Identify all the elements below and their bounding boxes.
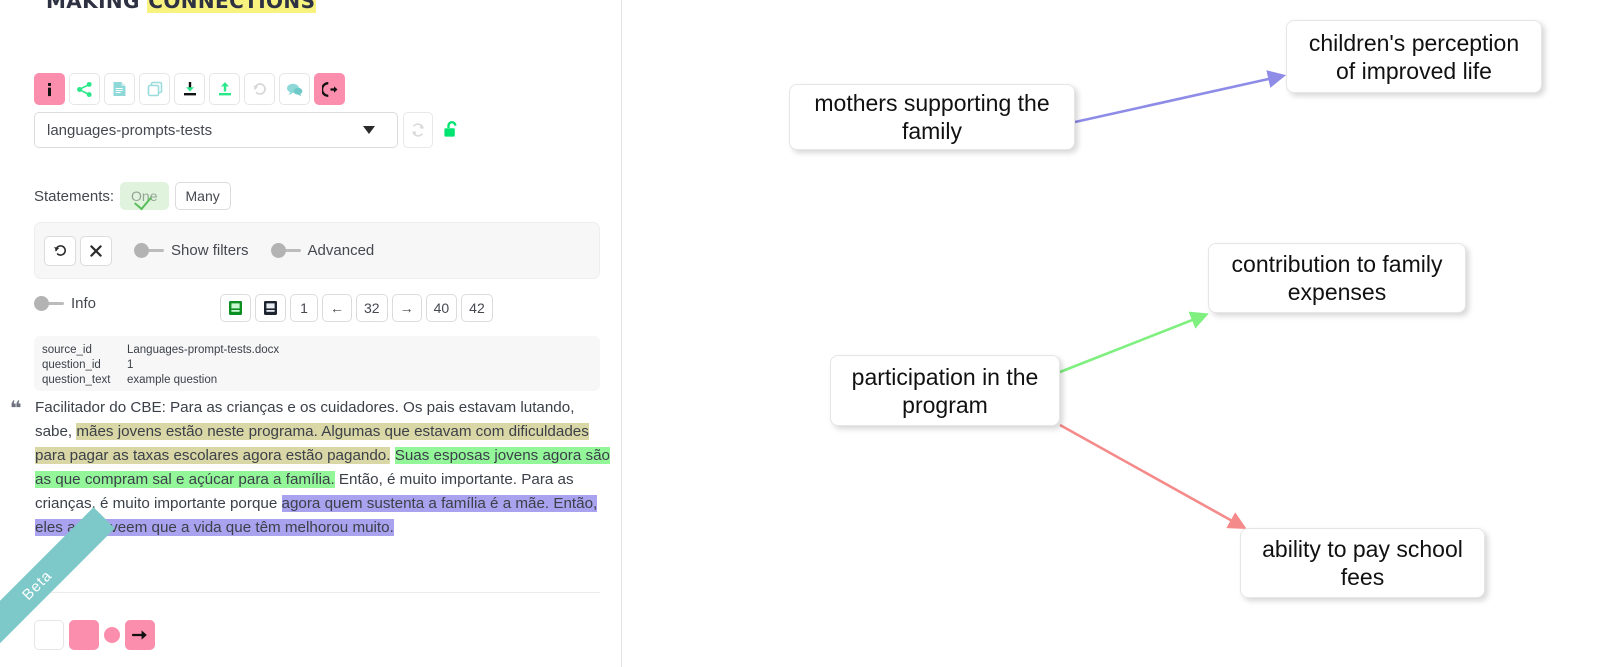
quote-mark-icon: ❝ (10, 396, 22, 420)
bottom-pink-button[interactable] (69, 620, 99, 650)
left-panel: MAKING CONNECTIONS languages-prompts-tes… (0, 0, 622, 667)
diagram-node-participation[interactable]: participation in the program (830, 355, 1060, 426)
page-last-button[interactable]: 42 (461, 294, 493, 322)
show-filters-toggle[interactable]: Show filters (134, 242, 249, 259)
edge-participation-to-contribution (1059, 311, 1209, 374)
diagram-node-label: contribution to family expenses (1231, 251, 1443, 305)
diagram-panel: mothers supporting the family children's… (623, 0, 1623, 667)
page-current-button[interactable]: 32 (356, 294, 388, 322)
comments-button[interactable] (279, 73, 310, 105)
info-toggle-label: Info (71, 295, 97, 312)
metadata-panel: source_id Languages-prompt-tests.docx qu… (34, 336, 600, 391)
unlock-button[interactable] (440, 117, 462, 143)
metadata-key: question_id (42, 359, 101, 371)
info-button[interactable] (34, 73, 65, 105)
arrow-right-icon (132, 630, 147, 640)
title-text: MAKING (46, 0, 148, 13)
edge-mothers-to-perception (1074, 70, 1287, 124)
refresh-icon (412, 123, 424, 137)
application-window: MAKING CONNECTIONS languages-prompts-tes… (0, 0, 1623, 667)
page-jump-button[interactable]: 40 (425, 294, 458, 322)
edge-participation-to-fees (1059, 423, 1247, 530)
unlock-icon (443, 121, 456, 137)
statements-option-one-label: One (131, 188, 158, 204)
dark-book-button[interactable] (255, 294, 286, 322)
statements-option-many[interactable]: Many (174, 182, 231, 210)
metadata-row: question_text example question (42, 373, 592, 388)
info-toggle[interactable]: Info (34, 295, 96, 312)
bottom-plain-button[interactable] (34, 620, 64, 650)
copy-icon (147, 81, 162, 97)
bottom-bar (34, 620, 155, 650)
info-toggle-row: Info (34, 295, 96, 312)
diagram-node-contribution[interactable]: contribution to family expenses (1208, 243, 1466, 313)
bottom-next-button[interactable] (125, 620, 155, 650)
quote-block: ❝ Facilitador do CBE: Para as crianças e… (10, 396, 610, 540)
metadata-value: Languages-prompt-tests.docx (127, 344, 280, 356)
logout-icon (321, 81, 337, 97)
advanced-toggle[interactable]: Advanced (270, 242, 375, 259)
info-icon (48, 82, 51, 96)
green-book-icon (229, 301, 242, 315)
source-row: languages-prompts-tests (34, 112, 462, 148)
statements-option-many-label: Many (185, 188, 220, 204)
clear-filters-button[interactable] (80, 235, 112, 266)
comment-icon (287, 83, 303, 96)
share-button[interactable] (69, 73, 100, 105)
metadata-row: question_id 1 (42, 358, 592, 373)
toolbar (34, 73, 345, 105)
history-button[interactable] (244, 73, 275, 105)
page-title: MAKING CONNECTIONS (46, 0, 317, 13)
reset-icon (53, 245, 66, 256)
document-button[interactable] (104, 73, 135, 105)
filter-bar: Show filters Advanced (34, 222, 600, 279)
page-first-button[interactable]: 1 (290, 294, 318, 322)
diagram-node-label: ability to pay school fees (1262, 536, 1463, 590)
toggle-switch-icon (134, 242, 164, 258)
page-prev-button[interactable]: ← (322, 294, 352, 322)
bottom-dot-indicator (104, 627, 120, 643)
pagination: 1 ← 32 → 40 42 (220, 294, 493, 322)
diagram-node-childrens-perception[interactable]: children's perception of improved life (1286, 20, 1542, 93)
copy-button[interactable] (139, 73, 170, 105)
close-icon (90, 244, 102, 257)
upload-button[interactable] (209, 73, 240, 105)
metadata-value: example question (127, 374, 218, 386)
upload-icon (218, 82, 231, 96)
metadata-key: source_id (42, 344, 92, 356)
diagram-node-mothers-supporting[interactable]: mothers supporting the family (789, 84, 1075, 150)
toggle-switch-icon (270, 242, 301, 258)
page-next-button[interactable]: → (391, 294, 422, 322)
source-select-value: languages-prompts-tests (47, 121, 213, 139)
metadata-key: question_text (42, 374, 111, 386)
dark-book-icon (264, 301, 277, 315)
quote-text: Facilitador do CBE: Para as crianças e o… (35, 396, 610, 540)
diagram-node-label: participation in the program (851, 363, 1039, 418)
title-highlight: CONNECTIONS (147, 0, 317, 13)
chevron-down-icon (363, 126, 375, 134)
diagram-node-label: mothers supporting the family (814, 90, 1050, 144)
refresh-button[interactable] (403, 112, 433, 148)
download-button[interactable] (174, 73, 205, 105)
statements-label: Statements: (34, 187, 115, 205)
metadata-value: 1 (127, 359, 134, 371)
diagram-node-school-fees[interactable]: ability to pay school fees (1240, 528, 1485, 598)
share-icon (77, 81, 92, 97)
history-icon (252, 83, 266, 95)
divider (34, 592, 600, 593)
source-select[interactable]: languages-prompts-tests (34, 112, 398, 148)
advanced-label: Advanced (307, 242, 375, 259)
download-icon (183, 82, 196, 96)
toggle-switch-icon (34, 295, 64, 311)
diagram-node-label: children's perception of improved life (1308, 29, 1520, 84)
statements-row: Statements: One Many (34, 182, 231, 210)
metadata-row: source_id Languages-prompt-tests.docx (42, 343, 592, 358)
beta-ribbon-label: Beta (18, 566, 56, 604)
logout-button[interactable] (314, 73, 345, 105)
show-filters-label: Show filters (171, 242, 249, 259)
reset-filters-button[interactable] (44, 235, 76, 266)
green-book-button[interactable] (220, 294, 251, 322)
document-icon (113, 82, 126, 96)
statements-option-one[interactable]: One (120, 182, 169, 210)
